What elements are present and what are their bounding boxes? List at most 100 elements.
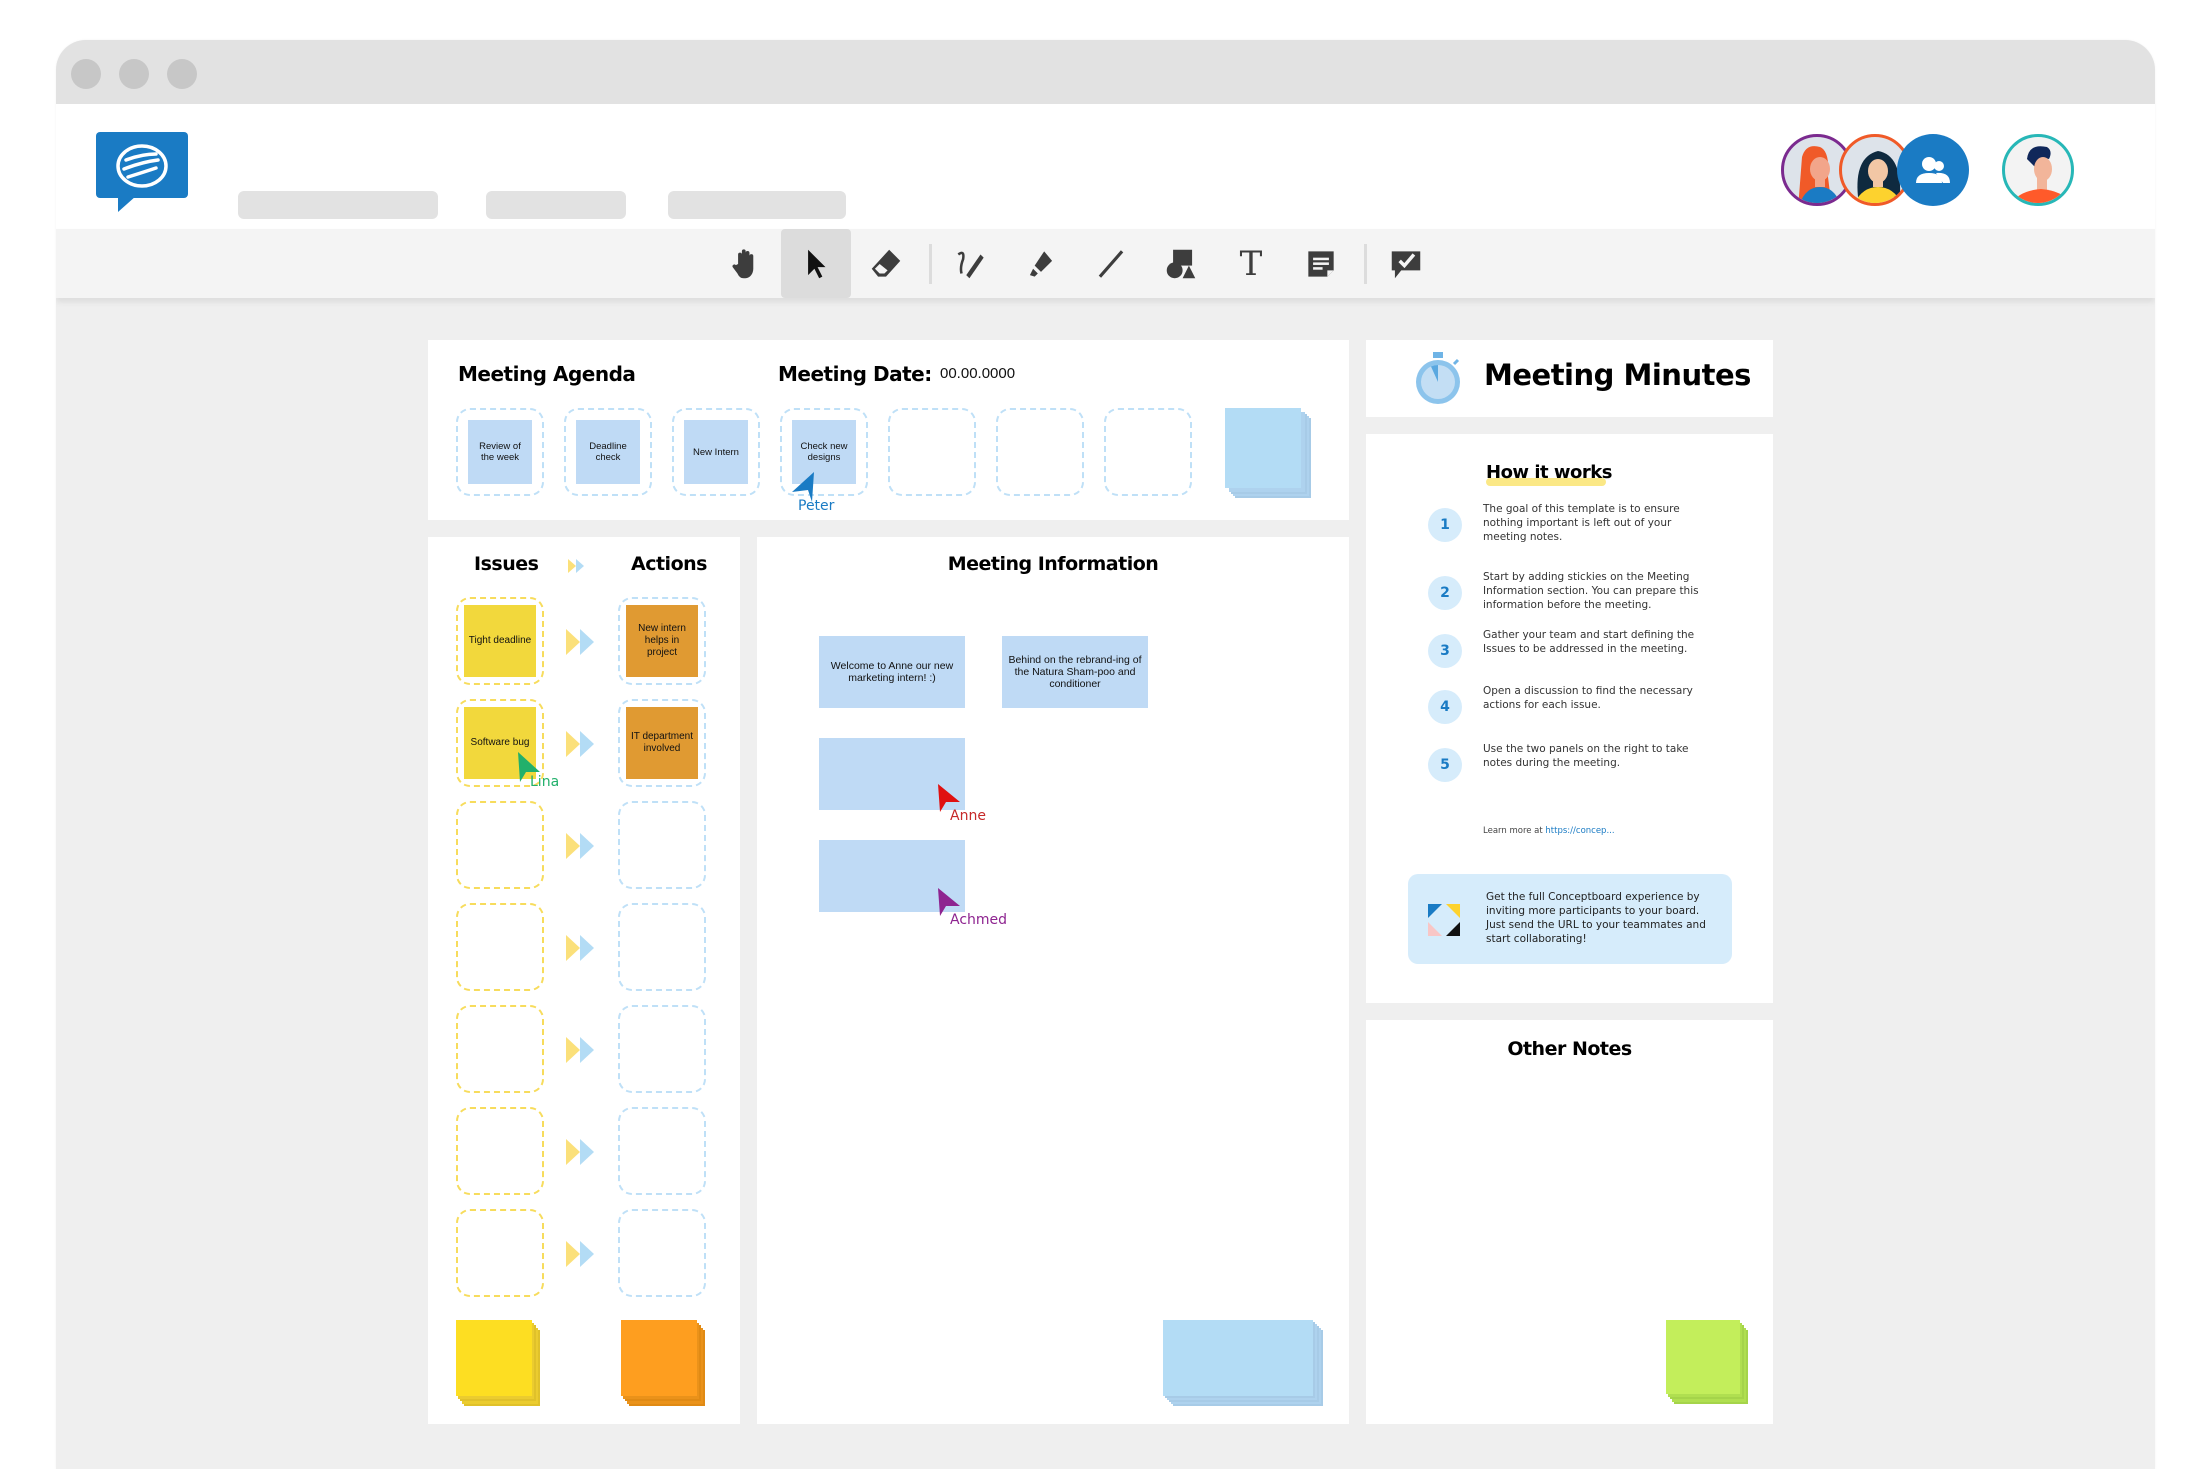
toolbar-divider [929, 244, 932, 284]
nav-placeholder-1[interactable] [238, 191, 438, 219]
cursor-peter: Peter [792, 472, 834, 514]
step-text: The goal of this template is to ensure n… [1483, 503, 1680, 543]
cursor-label-lina: Lina [530, 774, 560, 790]
tool-pen[interactable] [936, 229, 1006, 298]
step-number: 4 [1428, 690, 1462, 724]
agenda-slot[interactable] [888, 408, 976, 496]
issue-slot[interactable] [456, 1209, 544, 1297]
double-arrow-icon [566, 731, 596, 757]
stopwatch-icon [1416, 352, 1460, 404]
window-maximize-button[interactable] [167, 59, 197, 89]
users-icon [1916, 157, 1950, 183]
issue-sticky[interactable]: Tight deadline [464, 605, 536, 677]
agenda-sticky[interactable]: New Intern [684, 420, 748, 484]
marker-icon [1029, 250, 1053, 277]
cursor-lina: Lina [516, 752, 559, 790]
minutes-header-panel: Meeting Minutes [1366, 340, 1773, 417]
tool-shapes[interactable] [1146, 229, 1216, 298]
window-minimize-button[interactable] [119, 59, 149, 89]
line-icon [1098, 249, 1124, 278]
agenda-sticky[interactable]: Deadline check [576, 420, 640, 484]
window-close-button[interactable] [71, 59, 101, 89]
meeting-date-value[interactable]: 00.00.0000 [940, 365, 1015, 382]
issue-slot[interactable] [456, 903, 544, 991]
tool-sticky[interactable] [1286, 229, 1356, 298]
how-it-works-heading: How it works [1486, 462, 1612, 486]
how-it-works-title: How it works [1486, 462, 1612, 483]
man-avatar-icon [2011, 146, 2071, 203]
action-sticky[interactable]: IT department involved [626, 707, 698, 779]
meeting-info-panel: Meeting Information Welcome to Anne our … [757, 537, 1349, 1424]
invite-promo-text: Get the full Conceptboard experience by … [1486, 891, 1706, 945]
invite-promo-banner: Get the full Conceptboard experience by … [1408, 874, 1732, 964]
step-number: 1 [1428, 508, 1462, 542]
action-sticky[interactable]: New intern helps in project [626, 605, 698, 677]
other-notes-title: Other Notes [1507, 1038, 1632, 1060]
sticky-note-icon [1308, 250, 1334, 277]
action-slot[interactable] [618, 903, 706, 991]
conceptboard-diamond-icon [1428, 904, 1460, 936]
learn-more-link[interactable]: https://concep... [1545, 826, 1614, 836]
meeting-info-title: Meeting Information [947, 553, 1159, 575]
cursor-label-anne: Anne [950, 808, 986, 824]
how-it-works-panel: How it works Learn more at https://conce… [1366, 434, 1773, 1003]
double-arrow-icon [566, 1037, 596, 1063]
tool-text[interactable]: T [1216, 229, 1286, 298]
double-arrow-icon [566, 629, 596, 655]
info-sticky-1[interactable]: Welcome to Anne our new marketing intern… [819, 636, 965, 708]
browser-window: T Meeting Agenda Meeting Date: 00.00.000… [56, 40, 2155, 1469]
tool-eraser[interactable] [851, 229, 921, 298]
issues-title: Issues [474, 553, 539, 575]
tool-hand[interactable] [711, 229, 781, 298]
action-slot[interactable] [618, 801, 706, 889]
agenda-slot[interactable] [996, 408, 1084, 496]
tool-line[interactable] [1076, 229, 1146, 298]
issue-slot[interactable] [456, 801, 544, 889]
review-icon [1391, 250, 1421, 278]
step-text: Open a discussion to find the necessary … [1483, 685, 1693, 711]
participants-group-button[interactable] [1897, 134, 1969, 206]
meeting-date-label: Meeting Date: [778, 362, 932, 386]
step-text: Gather your team and start defining the … [1483, 629, 1695, 655]
issue-slot[interactable] [456, 1005, 544, 1093]
info-sticky-2[interactable]: Behind on the rebrand-ing of the Natura … [1002, 636, 1148, 708]
agenda-slot[interactable] [1104, 408, 1192, 496]
minutes-title: Meeting Minutes [1484, 358, 1751, 392]
conceptboard-logo[interactable] [96, 132, 188, 212]
other-notes-panel: Other Notes [1366, 1020, 1773, 1424]
nav-placeholder-3[interactable] [668, 191, 846, 219]
action-slot[interactable] [618, 1005, 706, 1093]
issue-slot[interactable] [456, 1107, 544, 1195]
double-arrow-icon [566, 1139, 596, 1165]
pen-icon [957, 251, 984, 278]
double-arrow-icon [566, 935, 596, 961]
tool-select[interactable] [781, 229, 851, 298]
learn-more-prefix: Learn more at [1483, 826, 1546, 836]
actions-title: Actions [631, 553, 707, 575]
conceptboard-logo-icon [96, 132, 188, 212]
action-slot[interactable] [618, 1209, 706, 1297]
cursor-icon [808, 249, 826, 278]
cursor-label-achmed: Achmed [950, 912, 1008, 928]
toolbar-divider [1364, 244, 1367, 284]
agenda-sticky[interactable]: Review of the week [468, 420, 532, 484]
agenda-panel: Meeting Agenda Meeting Date: 00.00.0000 … [428, 340, 1349, 520]
issues-actions-panel: Issues Actions Tight deadline New intern … [428, 537, 740, 1424]
cursor-anne: Anne [936, 784, 986, 824]
double-arrow-icon [568, 559, 584, 573]
current-user-avatar[interactable] [2002, 134, 2074, 206]
shapes-icon [1166, 249, 1196, 278]
nav-placeholder-2[interactable] [486, 191, 626, 219]
agenda-title: Meeting Agenda [458, 362, 636, 386]
text-icon: T [1239, 243, 1263, 284]
tool-marker[interactable] [1006, 229, 1076, 298]
action-slot[interactable] [618, 1107, 706, 1195]
app-header [56, 104, 2155, 229]
eraser-icon [871, 249, 901, 277]
step-number: 5 [1428, 748, 1462, 782]
double-arrow-icon [566, 833, 596, 859]
step-number: 3 [1428, 634, 1462, 668]
tool-review[interactable] [1371, 229, 1441, 298]
hand-icon [732, 248, 754, 278]
cursor-achmed: Achmed [936, 888, 1007, 928]
